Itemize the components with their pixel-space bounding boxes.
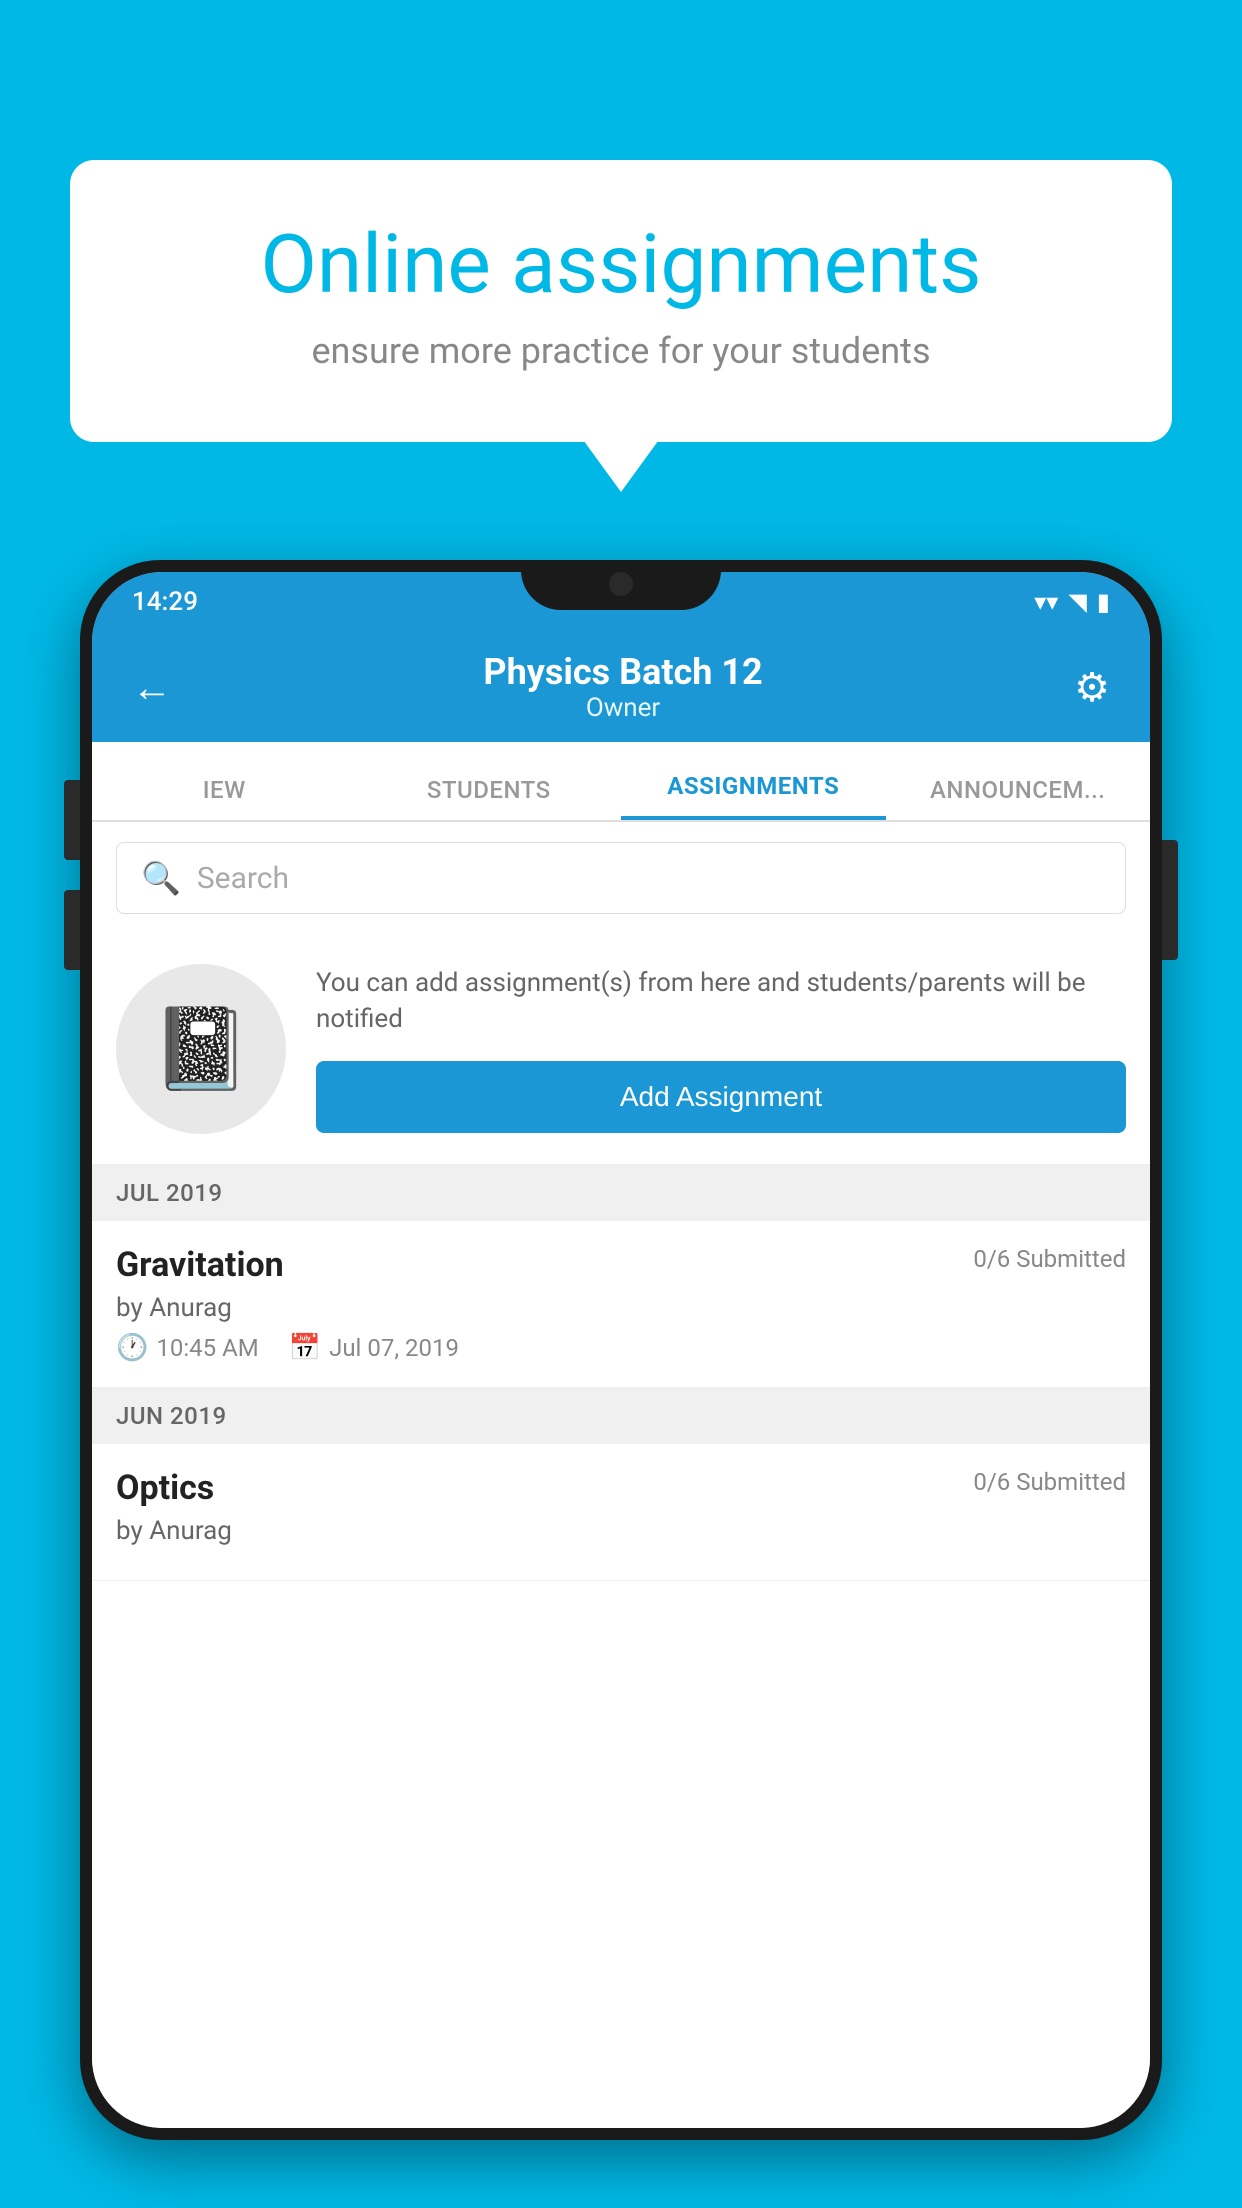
search-bar: 🔍 Search	[92, 822, 1150, 934]
speech-bubble-container: Online assignments ensure more practice …	[70, 160, 1172, 442]
back-button[interactable]: ←	[132, 664, 172, 711]
volume-up-button	[64, 780, 80, 860]
battery-icon: ▮	[1097, 588, 1110, 616]
phone-notch	[521, 560, 721, 610]
promo-text-block: You can add assignment(s) from here and …	[316, 965, 1126, 1134]
assignment-time: 10:45 AM	[156, 1334, 258, 1362]
status-icons: ▾▾ ◥ ▮	[1034, 588, 1110, 616]
meta-date: 📅 Jul 07, 2019	[289, 1333, 459, 1363]
search-placeholder: Search	[197, 861, 289, 896]
assignment-title-optics: Optics	[116, 1468, 214, 1508]
speech-bubble: Online assignments ensure more practice …	[70, 160, 1172, 442]
signal-icon: ◥	[1068, 588, 1086, 616]
settings-icon[interactable]: ⚙	[1074, 664, 1110, 711]
promo-icon-circle: 📓	[116, 964, 286, 1134]
calendar-icon: 📅	[289, 1333, 321, 1363]
tabs-bar: IEW STUDENTS ASSIGNMENTS ANNOUNCEM...	[92, 742, 1150, 822]
bubble-subtitle: ensure more practice for your students	[140, 330, 1102, 372]
volume-down-button	[64, 890, 80, 970]
add-assignment-button[interactable]: Add Assignment	[316, 1061, 1126, 1133]
assignment-item-optics[interactable]: Optics 0/6 Submitted by Anurag	[92, 1444, 1150, 1581]
notebook-icon: 📓	[151, 1002, 251, 1096]
promo-description: You can add assignment(s) from here and …	[316, 965, 1126, 1038]
tab-assignments[interactable]: ASSIGNMENTS	[621, 772, 886, 820]
header-title: Physics Batch 12	[483, 651, 762, 693]
tab-students[interactable]: STUDENTS	[357, 776, 622, 820]
header-subtitle: Owner	[483, 693, 762, 723]
clock-icon: 🕐	[116, 1333, 148, 1363]
front-camera	[609, 572, 633, 596]
search-input-container[interactable]: 🔍 Search	[116, 842, 1126, 914]
header-title-block: Physics Batch 12 Owner	[483, 651, 762, 723]
assignment-title: Gravitation	[116, 1245, 284, 1285]
power-button	[1162, 840, 1178, 960]
month-header-jul: JUL 2019	[92, 1165, 1150, 1221]
assignment-top-optics: Optics 0/6 Submitted	[116, 1468, 1126, 1508]
assignment-item-gravitation[interactable]: Gravitation 0/6 Submitted by Anurag 🕐 10…	[92, 1221, 1150, 1388]
assignment-submitted-optics: 0/6 Submitted	[973, 1468, 1126, 1496]
search-icon: 🔍	[141, 859, 181, 897]
tab-iew[interactable]: IEW	[92, 776, 357, 820]
assignment-author: by Anurag	[116, 1293, 1126, 1323]
phone-outer: 14:29 ▾▾ ◥ ▮ ← Physics Batch 12 Owner ⚙ …	[80, 560, 1162, 2140]
bubble-title: Online assignments	[140, 220, 1102, 310]
assignment-meta: 🕐 10:45 AM 📅 Jul 07, 2019	[116, 1333, 1126, 1363]
assignment-date: Jul 07, 2019	[329, 1334, 459, 1362]
assignment-top: Gravitation 0/6 Submitted	[116, 1245, 1126, 1285]
wifi-icon: ▾▾	[1034, 588, 1058, 616]
tab-announcements[interactable]: ANNOUNCEM...	[886, 776, 1151, 820]
content-area: 🔍 Search 📓 You can add assignment(s) fro…	[92, 822, 1150, 2128]
assignment-author-optics: by Anurag	[116, 1516, 1126, 1546]
assignment-submitted: 0/6 Submitted	[973, 1245, 1126, 1273]
month-header-jun: JUN 2019	[92, 1388, 1150, 1444]
promo-section: 📓 You can add assignment(s) from here an…	[92, 934, 1150, 1165]
meta-time: 🕐 10:45 AM	[116, 1333, 259, 1363]
phone-screen: 14:29 ▾▾ ◥ ▮ ← Physics Batch 12 Owner ⚙ …	[92, 572, 1150, 2128]
status-time: 14:29	[132, 587, 198, 617]
app-header: ← Physics Batch 12 Owner ⚙	[92, 632, 1150, 742]
phone-container: 14:29 ▾▾ ◥ ▮ ← Physics Batch 12 Owner ⚙ …	[80, 560, 1162, 2208]
